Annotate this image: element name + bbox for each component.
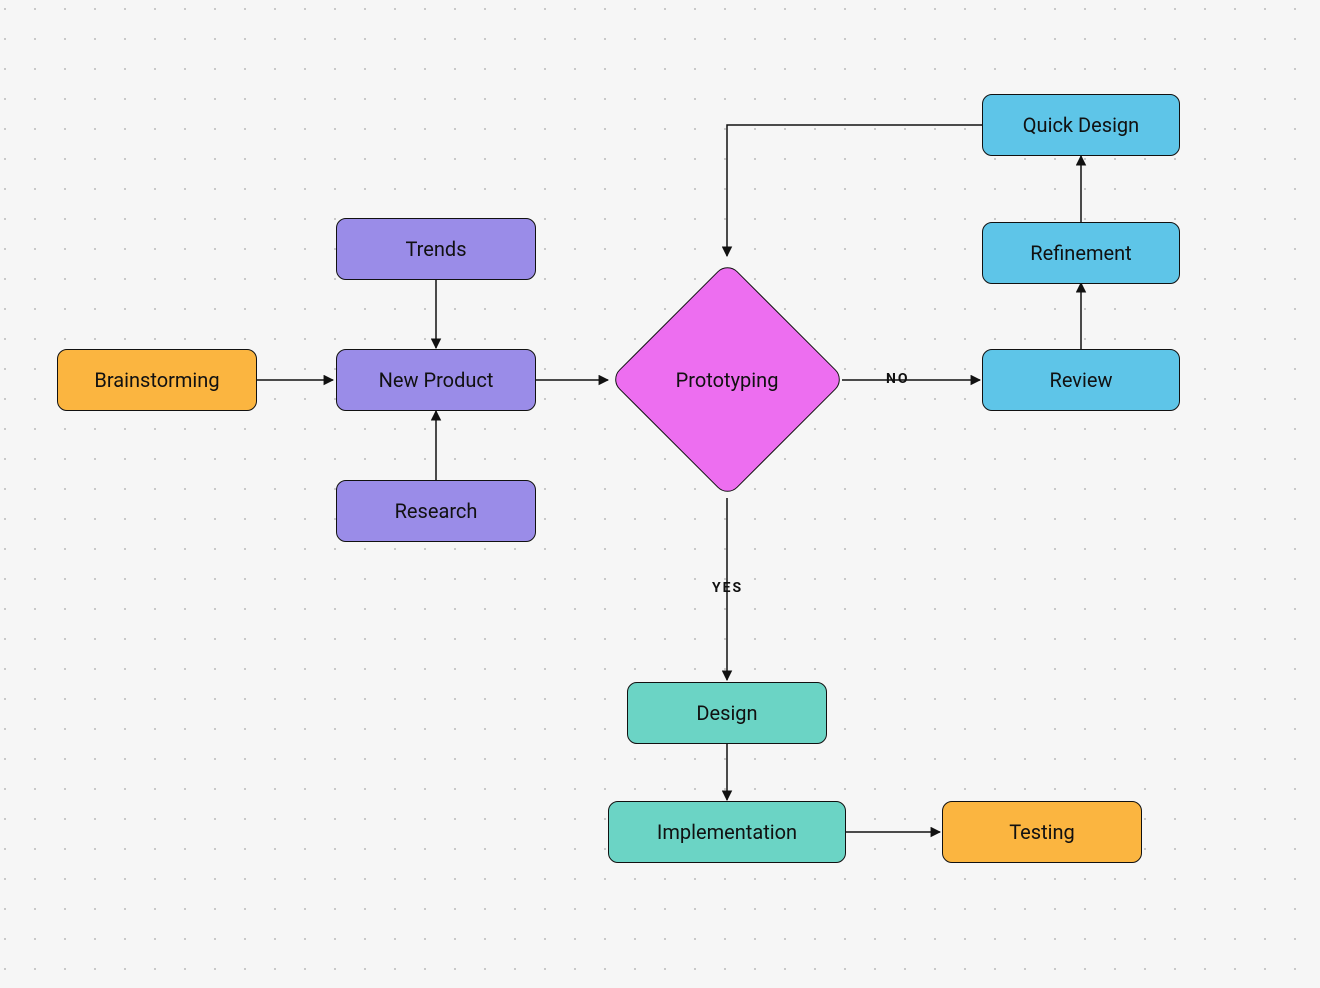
edge-label-no: NO xyxy=(886,371,910,387)
node-label: Implementation xyxy=(657,820,797,844)
node-label: Quick Design xyxy=(1023,113,1139,137)
node-label: Testing xyxy=(1009,820,1075,844)
node-testing[interactable]: Testing xyxy=(942,801,1142,863)
node-label: Design xyxy=(696,701,757,725)
node-design[interactable]: Design xyxy=(627,682,827,744)
node-label: Brainstorming xyxy=(94,368,219,392)
node-new-product[interactable]: New Product xyxy=(336,349,536,411)
node-label: Trends xyxy=(405,237,466,261)
node-label: Review xyxy=(1050,368,1113,392)
node-label: Prototyping xyxy=(676,367,779,391)
node-refinement[interactable]: Refinement xyxy=(982,222,1180,284)
node-research[interactable]: Research xyxy=(336,480,536,542)
node-implementation[interactable]: Implementation xyxy=(608,801,846,863)
node-label: New Product xyxy=(379,368,494,392)
node-quick-design[interactable]: Quick Design xyxy=(982,94,1180,156)
node-label: Refinement xyxy=(1030,241,1131,265)
node-review[interactable]: Review xyxy=(982,349,1180,411)
node-label: Research xyxy=(395,499,478,523)
node-trends[interactable]: Trends xyxy=(336,218,536,280)
node-brainstorming[interactable]: Brainstorming xyxy=(57,349,257,411)
edge-label-yes: YES xyxy=(712,580,743,596)
flowchart-canvas[interactable]: NO YES Brainstorming Trends New Product … xyxy=(0,0,1320,988)
